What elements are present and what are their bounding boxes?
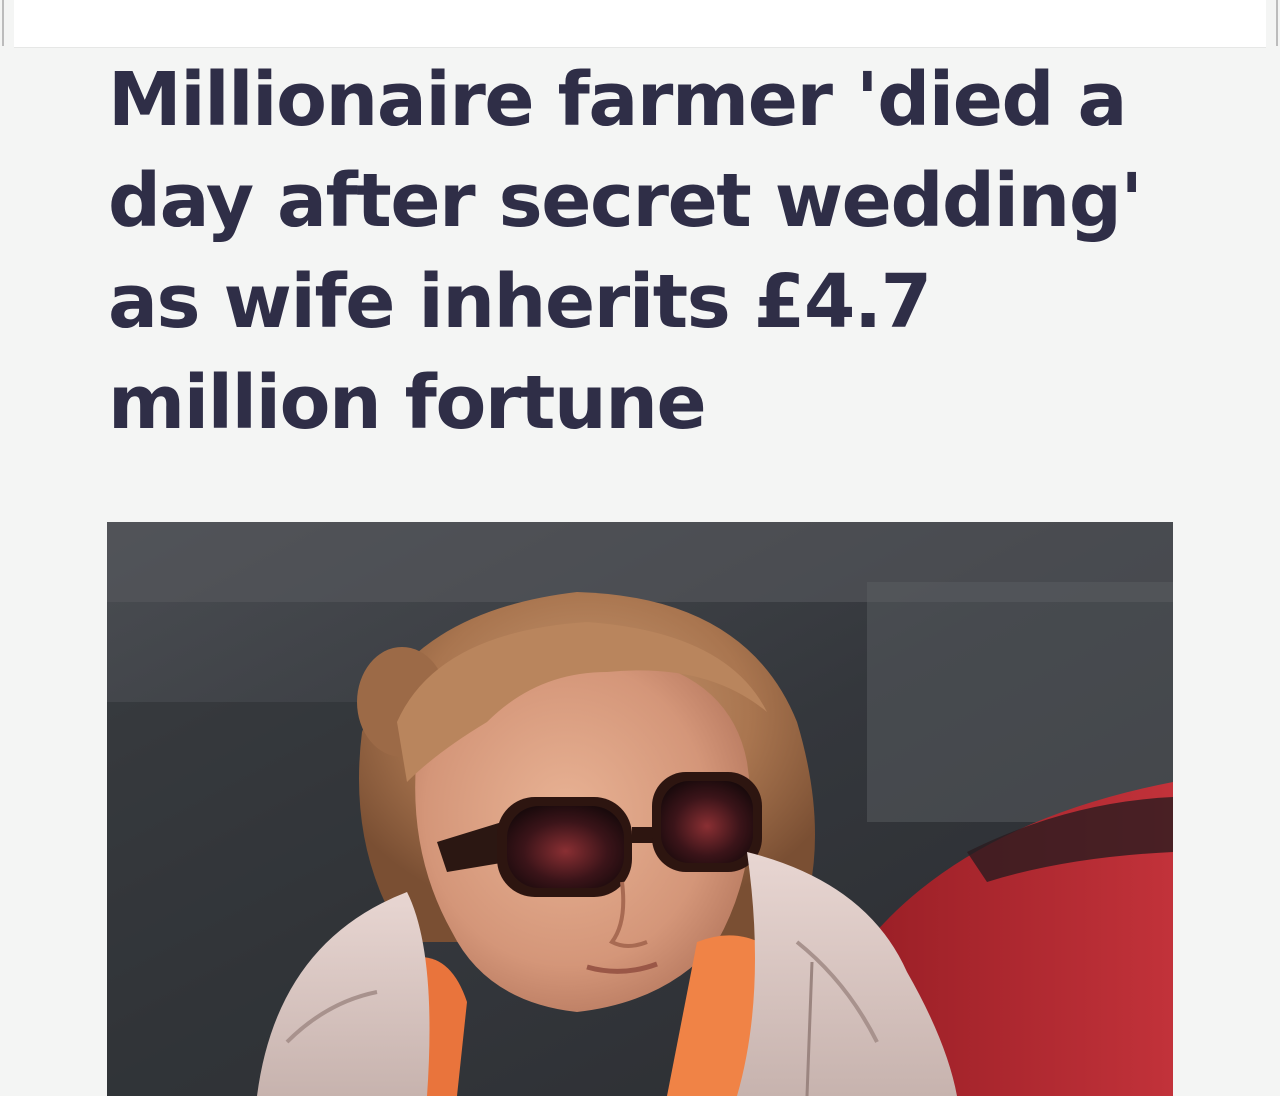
window-edge-left: [2, 0, 4, 46]
article-photo[interactable]: [107, 522, 1173, 1096]
top-bar-card: [14, 0, 1266, 48]
article-page: Millionaire farmer 'died a day after sec…: [0, 0, 1280, 1096]
article-headline: Millionaire farmer 'died a day after sec…: [108, 57, 1143, 446]
window-edge-right: [1276, 0, 1278, 46]
top-bar: [0, 0, 1280, 48]
